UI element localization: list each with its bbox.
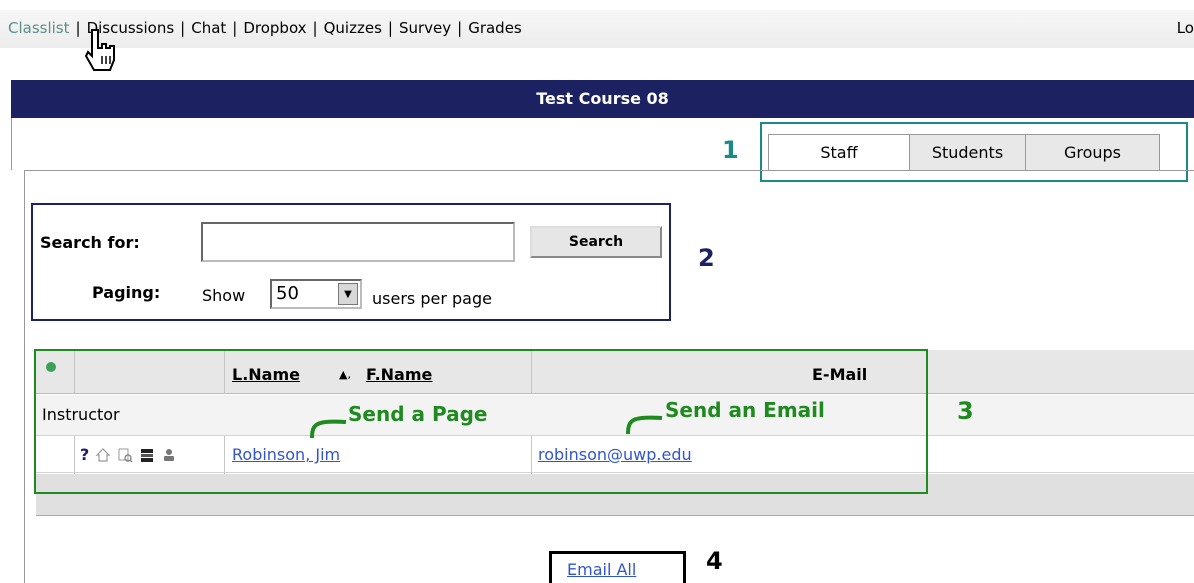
users-per-page-value: 50 (276, 283, 299, 304)
paging-suffix-text: users per page (372, 289, 492, 308)
nav-separator: | (387, 19, 393, 37)
nav-dropbox[interactable]: Dropbox (243, 19, 306, 37)
paging-show-text: Show (202, 286, 246, 305)
users-per-page-select[interactable]: 50 ▼ (270, 279, 362, 309)
nav-chat[interactable]: Chat (191, 19, 226, 37)
chevron-down-icon[interactable]: ▼ (338, 283, 358, 305)
annotation-number-2: 2 (698, 244, 715, 272)
annotation-number-4: 4 (706, 547, 723, 575)
nav-separator: | (232, 19, 238, 37)
callout-hook-icon (626, 415, 663, 435)
search-input[interactable] (201, 222, 515, 262)
nav-survey[interactable]: Survey (399, 19, 451, 37)
nav-separator: | (457, 19, 463, 37)
callout-send-page: Send a Page (348, 402, 488, 426)
course-title: Test Course 08 (11, 80, 1194, 118)
hand-cursor-icon (84, 29, 115, 71)
email-all-link[interactable]: Email All (567, 560, 636, 579)
top-navigation: Classlist | Discussions | Chat | Dropbox | Quizz… (0, 0, 1194, 71)
paging-label: Paging: (92, 283, 161, 302)
nav-separator: | (180, 19, 186, 37)
nav-quizzes[interactable]: Quizzes (324, 19, 382, 37)
callout-send-email: Send an Email (665, 398, 825, 422)
annotation-number-1: 1 (722, 136, 739, 164)
annotation-number-3: 3 (957, 397, 974, 425)
nav-separator: | (75, 19, 81, 37)
nav-grades[interactable]: Grades (468, 19, 522, 37)
nav-separator: | (312, 19, 318, 37)
callout-hook-icon (310, 419, 347, 439)
nav-right-link[interactable]: Lo (1177, 19, 1194, 37)
search-button[interactable]: Search (530, 226, 662, 258)
nav-classlist[interactable]: Classlist (8, 19, 70, 37)
search-label: Search for: (40, 233, 140, 252)
